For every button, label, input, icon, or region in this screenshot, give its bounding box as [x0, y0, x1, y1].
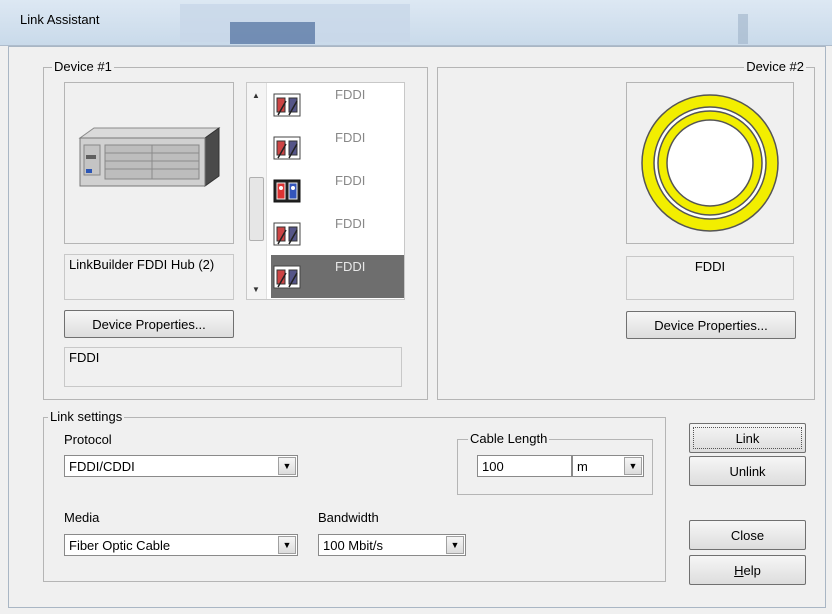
protocol-dropdown-arrow-icon[interactable]: ▼: [278, 457, 296, 475]
bandwidth-select[interactable]: 100 Mbit/s ▼: [318, 534, 466, 556]
device1-port-description: FDDI: [64, 347, 402, 387]
fddi-ring-icon: [641, 94, 779, 232]
protocol-label: Protocol: [64, 432, 112, 447]
port-list-scrollbar[interactable]: ▲ ▼: [247, 83, 267, 299]
device1-properties-button[interactable]: Device Properties...: [64, 310, 234, 338]
media-select[interactable]: Fiber Optic Cable ▼: [64, 534, 298, 556]
help-mnemonic: H: [734, 562, 744, 578]
scroll-down-arrow-icon[interactable]: ▼: [252, 285, 260, 294]
fiber-port-icon: [273, 265, 301, 289]
title-bar-backdrop-highlight: [230, 22, 315, 44]
bandwidth-value: 100 Mbit/s: [323, 538, 383, 553]
close-button-label: Close: [730, 527, 765, 543]
port-label: FDDI: [335, 216, 366, 231]
device1-image-panel: [64, 82, 234, 244]
link-settings-legend: Link settings: [48, 409, 125, 424]
dual-port-icon: [273, 179, 301, 203]
device2-image-panel: [626, 82, 794, 244]
cable-length-value: 100: [482, 459, 504, 474]
device2-properties-label: Device Properties...: [654, 317, 768, 333]
device1-port-list[interactable]: ▲ ▼ FDDI FDDI FDDI FDDI FDDI: [246, 82, 405, 300]
port-list-item-selected[interactable]: FDDI: [271, 255, 404, 298]
cable-length-legend: Cable Length: [468, 431, 550, 446]
window-title: Link Assistant: [20, 12, 100, 27]
fiber-port-icon: [273, 93, 301, 117]
media-label: Media: [64, 510, 100, 525]
link-button[interactable]: Link: [689, 423, 806, 453]
port-list-item[interactable]: FDDI: [271, 126, 404, 169]
cable-length-unit: m: [577, 459, 588, 474]
unlink-button-label: Unlink: [729, 463, 766, 479]
scrollbar-thumb[interactable]: [249, 177, 264, 241]
fiber-port-icon: [273, 136, 301, 160]
unit-dropdown-arrow-icon[interactable]: ▼: [624, 457, 642, 475]
hub-device-icon: [78, 127, 221, 187]
device2-name-text: FDDI: [694, 259, 726, 274]
port-label: FDDI: [335, 259, 366, 274]
device2-name: FDDI: [626, 256, 794, 300]
port-list-item[interactable]: FDDI: [271, 212, 404, 255]
device1-name-text: LinkBuilder FDDI Hub (2): [69, 257, 215, 272]
unlink-button[interactable]: Unlink: [689, 456, 806, 486]
port-list-item[interactable]: FDDI: [271, 169, 404, 212]
port-label: FDDI: [335, 130, 366, 145]
help-button[interactable]: Help: [689, 555, 806, 585]
port-list-item[interactable]: FDDI: [271, 83, 404, 126]
dialog-body: Device #1 LinkBuilder FDDI Hub (2) ▲ ▼ F…: [8, 46, 826, 608]
port-description-text: FDDI: [69, 350, 100, 365]
link-button-label: Link: [735, 430, 760, 446]
protocol-select[interactable]: FDDI/CDDI ▼: [64, 455, 298, 477]
close-button[interactable]: Close: [689, 520, 806, 550]
port-label: FDDI: [335, 87, 366, 102]
fiber-port-icon: [273, 222, 301, 246]
device1-properties-label: Device Properties...: [92, 316, 206, 332]
protocol-value: FDDI/CDDI: [69, 459, 135, 474]
device2-legend: Device #2: [744, 59, 806, 74]
cable-length-input[interactable]: 100: [477, 455, 572, 477]
device1-name: LinkBuilder FDDI Hub (2): [64, 254, 234, 300]
title-bar-backdrop-mark: [738, 14, 748, 44]
port-label: FDDI: [335, 173, 366, 188]
help-button-label: Help: [734, 563, 761, 578]
media-value: Fiber Optic Cable: [69, 538, 171, 553]
bandwidth-label: Bandwidth: [318, 510, 379, 525]
device2-properties-button[interactable]: Device Properties...: [626, 311, 796, 339]
title-bar[interactable]: Link Assistant: [0, 0, 832, 46]
media-dropdown-arrow-icon[interactable]: ▼: [278, 536, 296, 554]
scroll-up-arrow-icon[interactable]: ▲: [252, 91, 260, 100]
cable-length-unit-select[interactable]: m ▼: [572, 455, 644, 477]
help-label-rest: elp: [743, 562, 761, 578]
bandwidth-dropdown-arrow-icon[interactable]: ▼: [446, 536, 464, 554]
device1-legend: Device #1: [52, 59, 114, 74]
